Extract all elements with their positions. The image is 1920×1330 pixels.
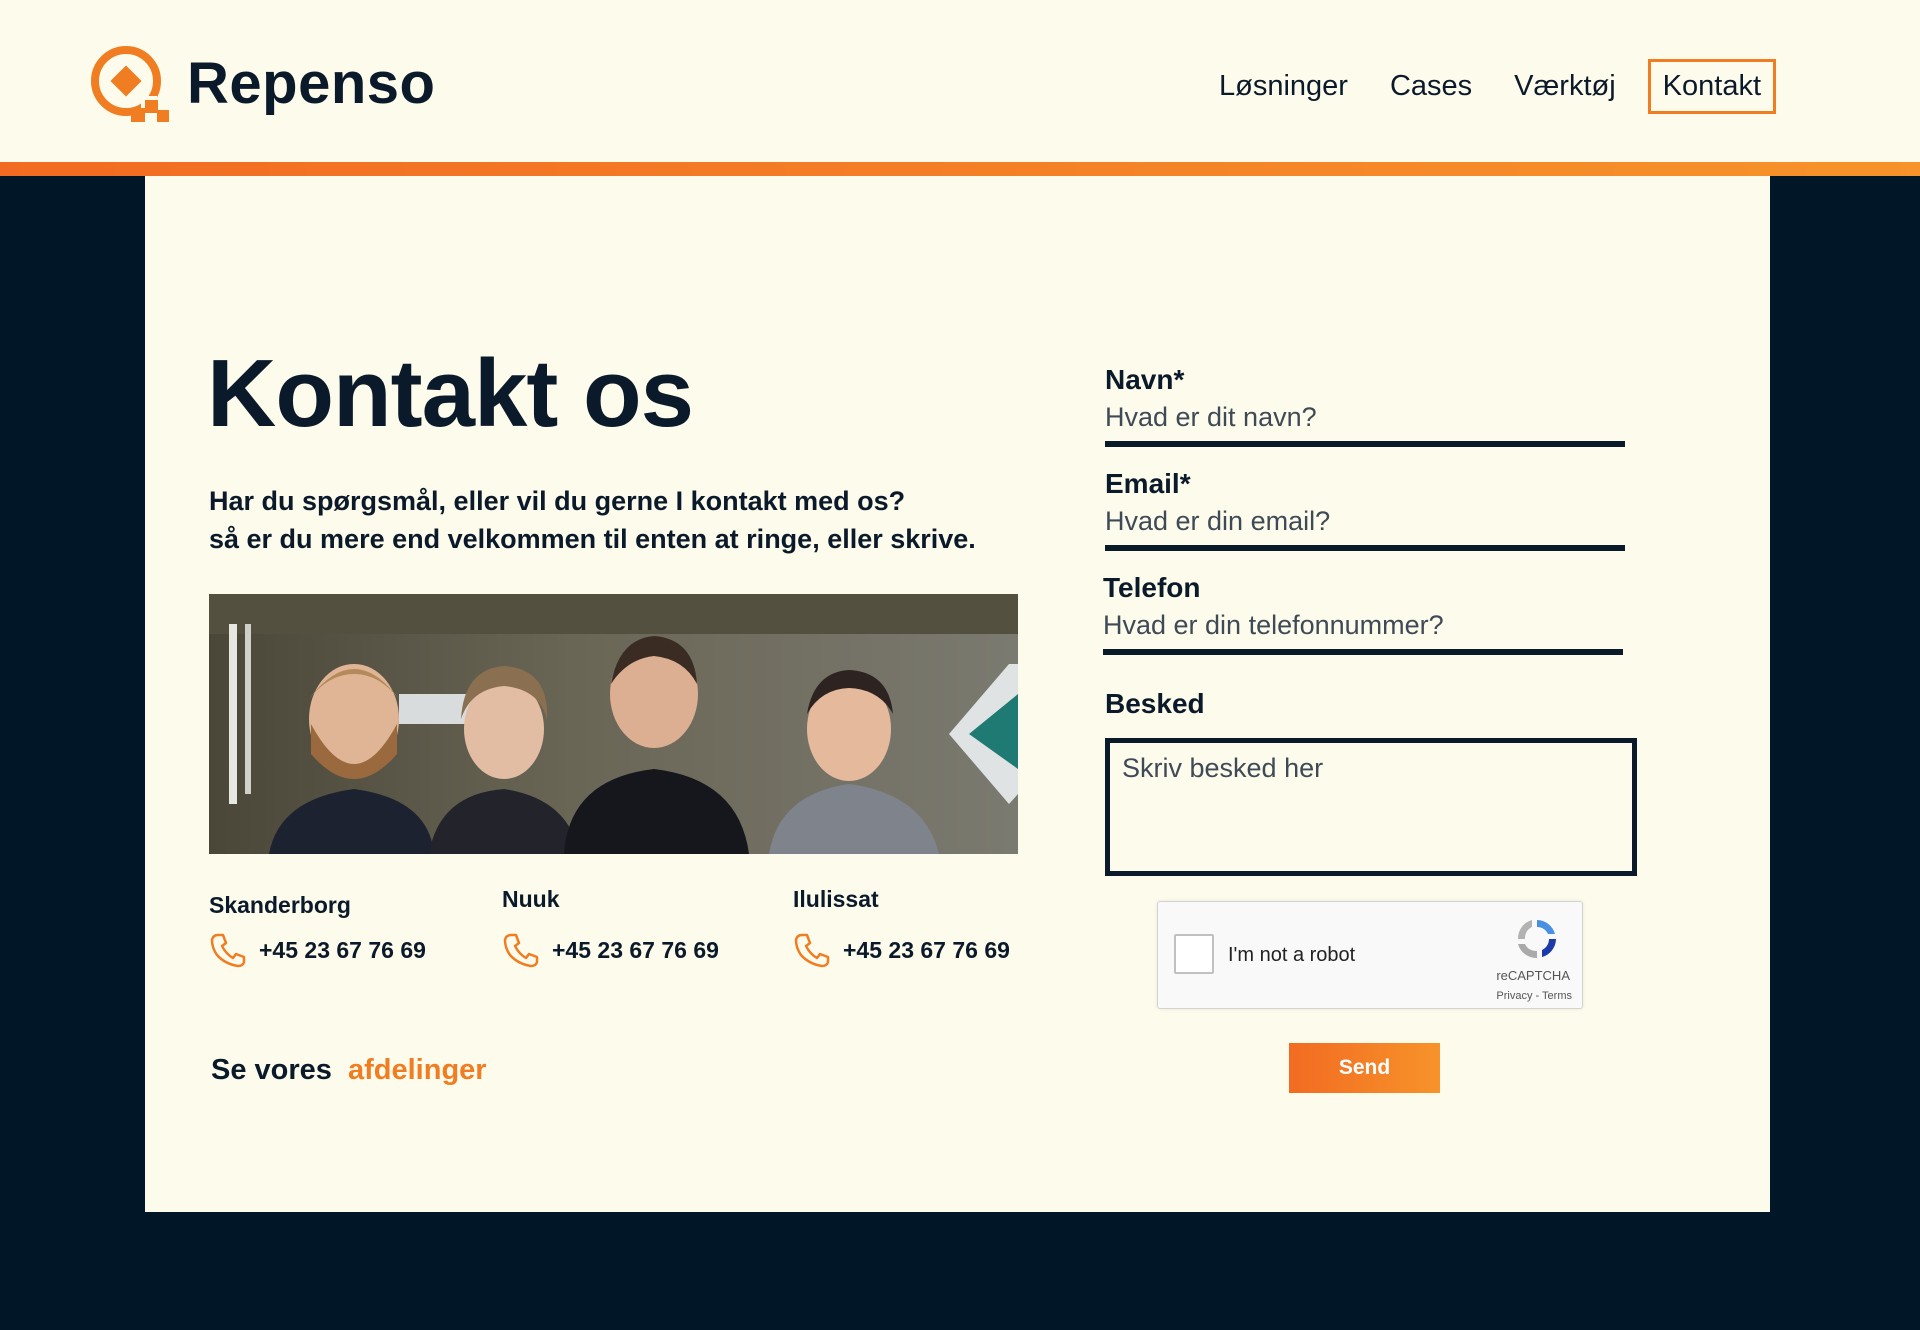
office-phone-number: +45 23 67 76 69 [552, 936, 719, 963]
page-title: Kontakt os [207, 340, 694, 447]
office-name: Ilulissat [793, 886, 879, 912]
send-button[interactable]: Send [1289, 1043, 1440, 1093]
recaptcha-checkbox[interactable] [1174, 934, 1214, 974]
phone-icon [210, 933, 246, 968]
recaptcha-icon [1517, 920, 1556, 959]
logo-text: Repenso [187, 51, 436, 116]
message-textarea[interactable] [1105, 738, 1637, 876]
header-accent-bar [0, 162, 1920, 176]
phone-icon [503, 933, 539, 968]
departments-link[interactable]: afdelinger [348, 1054, 487, 1086]
intro-line-1: Har du spørgsmål, eller vil du gerne I k… [209, 486, 906, 516]
team-photo [209, 594, 1018, 854]
message-label: Besked [1105, 688, 1205, 719]
office-phone-number: +45 23 67 76 69 [259, 936, 426, 963]
name-input[interactable] [1105, 394, 1625, 447]
office-name: Nuuk [502, 886, 560, 912]
phone-label: Telefon [1103, 572, 1201, 603]
office-name: Skanderborg [209, 892, 351, 918]
departments-prefix: Se vores [211, 1054, 332, 1086]
intro-text: Har du spørgsmål, eller vil du gerne I k… [209, 482, 1029, 558]
recaptcha-links[interactable]: Privacy - Terms [1496, 990, 1572, 1002]
nav-item-cases[interactable]: Cases [1390, 62, 1472, 111]
contact-card: Kontakt os Har du spørgsmål, eller vil d… [145, 176, 1770, 1212]
phone-icon [794, 933, 830, 968]
office-ilulissat: Ilulissat +45 23 67 76 69 [793, 888, 1010, 969]
recaptcha-label: I'm not a robot [1228, 944, 1356, 966]
site-header: Repenso Løsninger Cases Værktøj Kontakt [0, 0, 1920, 162]
email-field: Email* [1105, 470, 1625, 551]
team-photo-image [209, 594, 1018, 854]
office-phone-link[interactable]: +45 23 67 76 69 [209, 931, 426, 969]
office-phone-number: +45 23 67 76 69 [843, 936, 1010, 963]
phone-input[interactable] [1103, 602, 1623, 655]
nav-item-losninger[interactable]: Løsninger [1219, 62, 1348, 111]
name-field: Navn* [1105, 366, 1625, 447]
phone-field: Telefon [1103, 574, 1623, 655]
departments-line: Se vores afdelinger [211, 1056, 487, 1085]
nav-item-vaerktoj[interactable]: Værktøj [1514, 62, 1616, 111]
office-nuuk: Nuuk +45 23 67 76 69 [502, 888, 719, 969]
recaptcha-widget: I'm not a robot reCAPTCHA Privacy - Term… [1157, 901, 1583, 1009]
name-label: Navn* [1105, 364, 1185, 395]
logo[interactable]: Repenso [89, 44, 435, 124]
main-nav: Løsninger Cases Værktøj Kontakt [1177, 59, 1776, 114]
email-label: Email* [1105, 468, 1191, 499]
office-skanderborg: Skanderborg +45 23 67 76 69 [209, 894, 426, 969]
office-phone-link[interactable]: +45 23 67 76 69 [793, 931, 1010, 969]
nav-item-kontakt[interactable]: Kontakt [1647, 59, 1776, 114]
recaptcha-brand: reCAPTCHA [1496, 968, 1570, 983]
repenso-logo-icon [91, 46, 169, 122]
intro-line-2: så er du mere end velkommen til enten at… [209, 524, 976, 554]
email-input[interactable] [1105, 498, 1625, 551]
office-phone-link[interactable]: +45 23 67 76 69 [502, 931, 719, 969]
